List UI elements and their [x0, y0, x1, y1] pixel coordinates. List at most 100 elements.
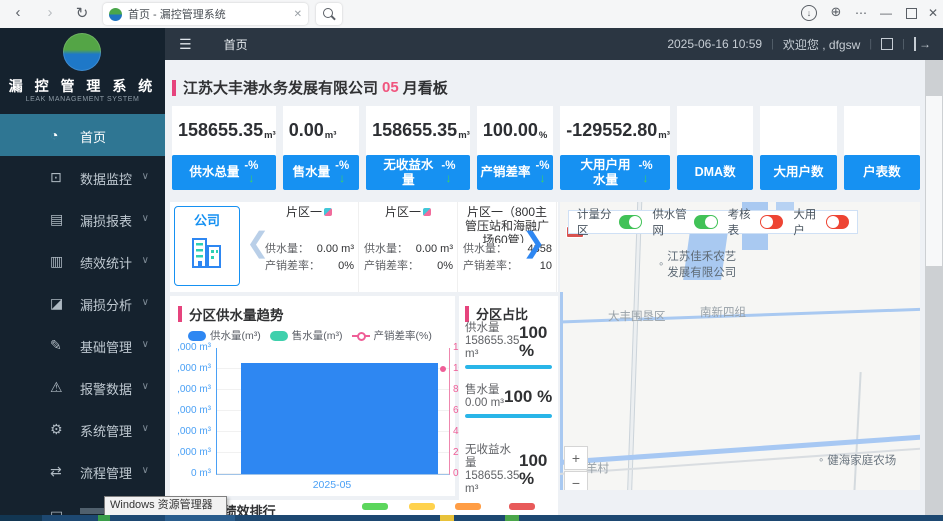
chevron-down-icon: ∨ — [142, 255, 149, 266]
rate-value: 0% — [338, 258, 354, 275]
fullscreen-icon[interactable] — [881, 38, 893, 50]
sidebar-item-data-monitor[interactable]: ⊡ 数据监控 ∨ — [0, 156, 165, 198]
sidebar-item-basic-management[interactable]: ✎ 基础管理 ∨ — [0, 324, 165, 366]
download-icon[interactable]: ↓ — [801, 5, 817, 21]
app-header: ☰ 首页 2025-06-16 10:59 | 欢迎您 , dfgsw | | … — [165, 28, 943, 60]
kpi-card-nrw-rate: 100.00% 产销差率 -%↓ — [477, 106, 553, 190]
scrollbar-thumb[interactable] — [926, 96, 942, 266]
kpi-button-large-user-usage[interactable]: 大用户用水量 -%↓ — [560, 155, 670, 190]
rate-label: 产销差率： — [265, 258, 320, 275]
sidebar-item-label: 漏损分析 — [80, 295, 132, 314]
taskbar-app-icon[interactable] — [505, 515, 519, 521]
taskbar-app-icon[interactable] — [98, 515, 110, 521]
rate-label: 产销差率： — [364, 258, 419, 275]
y-axis-tick: ,000 m³ — [170, 364, 211, 374]
browser-back-icon[interactable]: ‹ — [8, 4, 28, 21]
monitor-icon: ⊡ — [50, 169, 62, 186]
alarm-bug-icon: ⚠ — [50, 379, 63, 396]
page-scrollbar[interactable] — [925, 60, 943, 515]
header-separator: | — [869, 38, 872, 50]
sidebar-item-leak-analysis[interactable]: ◪ 漏损分析 ∨ — [0, 282, 165, 324]
kpi-button-nrw-rate[interactable]: 产销差率 -%↓ — [477, 155, 553, 190]
map-poi-company: ∘ 江苏佳禾农艺发展有限公司 — [658, 248, 736, 280]
windows-taskbar[interactable] — [0, 515, 943, 521]
map-zoom-in-button[interactable]: + — [564, 446, 588, 470]
app-title: 漏 控 管 理 系 统 — [0, 76, 165, 96]
tab-title: 首页 - 漏控管理系统 — [128, 6, 290, 22]
logout-icon[interactable]: → — [914, 37, 931, 51]
map-road — [626, 202, 642, 490]
browser-tab[interactable]: 首页 - 漏控管理系统 ✕ — [103, 3, 308, 25]
chevron-down-icon: ∨ — [142, 297, 149, 308]
restore-window-icon[interactable] — [906, 8, 917, 19]
share-item-sold: 售水量0.00 m³ 100 % — [465, 384, 552, 418]
share-progress — [465, 414, 552, 418]
kpi-row: 158655.35m³ 供水总量 -%↓ 0.00m³ 售水量 -%↓ 1586… — [172, 106, 920, 190]
zone-title: 片区一 — [385, 206, 421, 219]
header-separator: | — [902, 38, 905, 50]
toggle-supply-network[interactable] — [694, 215, 717, 229]
kpi-button-total-supply[interactable]: 供水总量 -%↓ — [172, 155, 276, 190]
rate-label: 产销差率： — [463, 258, 518, 275]
close-window-icon[interactable]: ✕ — [924, 6, 942, 20]
sidebar-item-system-management[interactable]: ⚙ 系统管理 ∨ — [0, 408, 165, 450]
kpi-button-dma-count[interactable]: DMA数 — [677, 155, 753, 190]
collapse-sidebar-icon[interactable]: ☰ — [179, 36, 192, 53]
map[interactable]: 计量分区 供水管网 考核表 大用户 ∘ 江苏佳禾农艺发展有限公司 大丰围垦区 南… — [560, 202, 920, 490]
taskbar-app-icon[interactable] — [440, 515, 454, 521]
kpi-value: -129552.80m³ — [560, 106, 670, 155]
y-axis-tick: ,000 m³ — [170, 448, 211, 458]
kpi-button-sold-water[interactable]: 售水量 -%↓ — [283, 155, 359, 190]
zone-panel-1[interactable]: 片区一 供水量：0.00 m³ 产销差率：0% — [260, 202, 359, 292]
share-percent: 100 % — [519, 324, 552, 360]
down-arrow-icon: ↓ — [248, 172, 254, 185]
supply-value: 0.00 m³ — [416, 241, 453, 258]
kpi-button-large-user-count[interactable]: 大用户数 — [760, 155, 836, 190]
carousel-prev-icon[interactable]: ❮ — [246, 226, 269, 259]
map-zoom-controls: + − — [564, 446, 588, 490]
edit-icon: ✎ — [50, 337, 62, 354]
taskbar-app-button[interactable] — [165, 515, 235, 521]
sidebar-item-home[interactable]: ◔ 首页 — [0, 114, 165, 156]
share-title: 分区占比 — [465, 304, 528, 323]
breadcrumb-home-tab[interactable]: 首页 — [224, 36, 248, 53]
sidebar-item-alarm-data[interactable]: ⚠ 报警数据 ∨ — [0, 366, 165, 408]
browser-forward-icon[interactable]: › — [40, 4, 60, 21]
report-icon: ▤ — [50, 211, 63, 228]
map-zoom-out-button[interactable]: − — [564, 471, 588, 490]
legend-swatch-supply — [188, 331, 206, 341]
ranking-status-pill-yellow — [409, 503, 435, 510]
rate-value: 10 — [540, 258, 552, 275]
share-label: 售水量 — [465, 384, 504, 397]
kpi-button-meter-count[interactable]: 户表数 — [844, 155, 920, 190]
kpi-value — [760, 106, 836, 155]
trend-title: 分区供水量趋势 — [178, 304, 284, 324]
sidebar-item-process-management[interactable]: ⇄ 流程管理 ∨ — [0, 450, 165, 492]
kpi-card-sold-water: 0.00m³ 售水量 -%↓ — [283, 106, 359, 190]
kpi-card-total-supply: 158655.35m³ 供水总量 -%↓ — [172, 106, 276, 190]
zone-share-panel: 分区占比 供水量158655.35 m³ 100 % 售水量0.00 m³ 10… — [459, 296, 558, 502]
tab-close-icon[interactable]: ✕ — [294, 9, 302, 20]
toggle-large-user[interactable] — [826, 215, 849, 229]
chevron-down-icon: ∨ — [142, 381, 149, 392]
toggle-assessment-table[interactable] — [760, 215, 783, 229]
globe-icon[interactable]: ⊕ — [827, 4, 845, 20]
browser-menu-icon[interactable]: ⋯ — [852, 6, 870, 20]
kpi-card-dma-count: DMA数 — [677, 106, 753, 190]
zone-panel-2[interactable]: 片区一 供水量：0.00 m³ 产销差率：0% — [359, 202, 458, 292]
toggle-metering-partition[interactable] — [619, 215, 642, 229]
sidebar-item-leak-report[interactable]: ▤ 漏损报表 ∨ — [0, 198, 165, 240]
legend-swatch-sold — [270, 331, 288, 341]
kpi-button-non-revenue[interactable]: 无收益水量 -%↓ — [366, 155, 470, 190]
taskbar-start-sliver[interactable] — [0, 515, 42, 521]
new-tab-search-button[interactable] — [316, 3, 342, 25]
company-card[interactable]: 公司 — [174, 206, 240, 286]
supply-label: 供水量： — [364, 241, 408, 258]
carousel-next-icon[interactable]: ❯ — [522, 226, 545, 259]
share-progress-fill — [465, 414, 552, 418]
company-label: 公司 — [175, 210, 239, 229]
ranking-status-pill-red — [509, 503, 535, 510]
browser-reload-icon[interactable]: ↻ — [72, 4, 92, 22]
sidebar-item-performance-stats[interactable]: ▥ 绩效统计 ∨ — [0, 240, 165, 282]
minimize-icon[interactable]: — — [877, 6, 895, 20]
